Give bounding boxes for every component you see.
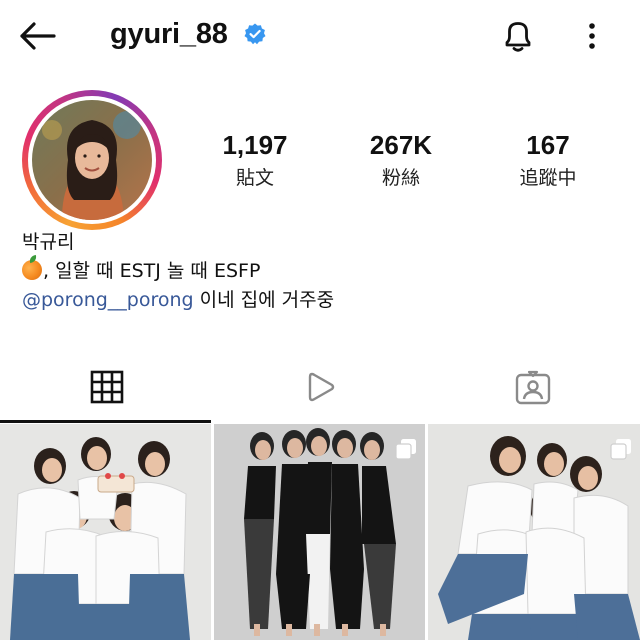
tab-tagged[interactable] <box>426 352 639 422</box>
bio-mention-link[interactable]: @porong__porong <box>22 289 194 311</box>
multiple-photos-icon <box>395 439 416 460</box>
stat-posts-count: 1,197 <box>222 130 288 160</box>
tagged-person-icon <box>515 370 550 405</box>
more-vertical-icon[interactable] <box>578 16 606 56</box>
tab-reels[interactable] <box>213 352 426 422</box>
stat-posts-label: 貼文 <box>235 167 274 189</box>
reels-play-icon <box>308 372 334 402</box>
profile-bio: 박규리 , 일할 때 ESTJ 놀 때 ESFP @porong__porong… <box>22 228 622 315</box>
avatar-border <box>28 96 156 224</box>
story-ring-avatar[interactable] <box>22 90 162 230</box>
stat-posts[interactable]: 1,197 貼文 <box>190 128 320 192</box>
stat-followers-label: 粉絲 <box>381 167 420 189</box>
bio-line-3-text: 이네 집에 거주중 <box>193 289 335 311</box>
stat-followers[interactable]: 267K 粉絲 <box>336 128 466 192</box>
grid-post[interactable] <box>0 424 211 640</box>
post-grid <box>0 424 640 640</box>
bell-icon[interactable] <box>498 16 538 56</box>
grid-icon <box>90 370 123 404</box>
bio-name: 박규리 <box>22 231 75 253</box>
multiple-photos-icon <box>610 439 631 460</box>
stat-following-label: 追蹤中 <box>519 167 577 189</box>
stat-following[interactable]: 167 追蹤中 <box>483 128 613 192</box>
bio-line-2: , 일할 때 ESTJ 놀 때 ESFP <box>22 257 622 286</box>
bio-line-3: @porong__porong 이네 집에 거주중 <box>22 286 622 315</box>
back-arrow-icon[interactable] <box>18 18 62 54</box>
grid-post[interactable] <box>428 424 640 640</box>
top-bar: gyuri_88 <box>0 0 640 72</box>
bio-line-2-text: , 일할 때 ESTJ 놀 때 ESFP <box>43 260 261 282</box>
active-tab-indicator <box>0 420 211 423</box>
verified-badge-icon <box>243 22 267 46</box>
orange-emoji-icon <box>22 260 42 280</box>
grid-post[interactable] <box>214 424 425 640</box>
profile-username: gyuri_88 <box>110 18 228 50</box>
tab-grid[interactable] <box>0 352 213 422</box>
avatar <box>32 100 152 220</box>
stat-followers-count: 267K <box>369 130 433 160</box>
stat-following-count: 167 <box>526 130 570 160</box>
profile-tabs <box>0 352 640 424</box>
